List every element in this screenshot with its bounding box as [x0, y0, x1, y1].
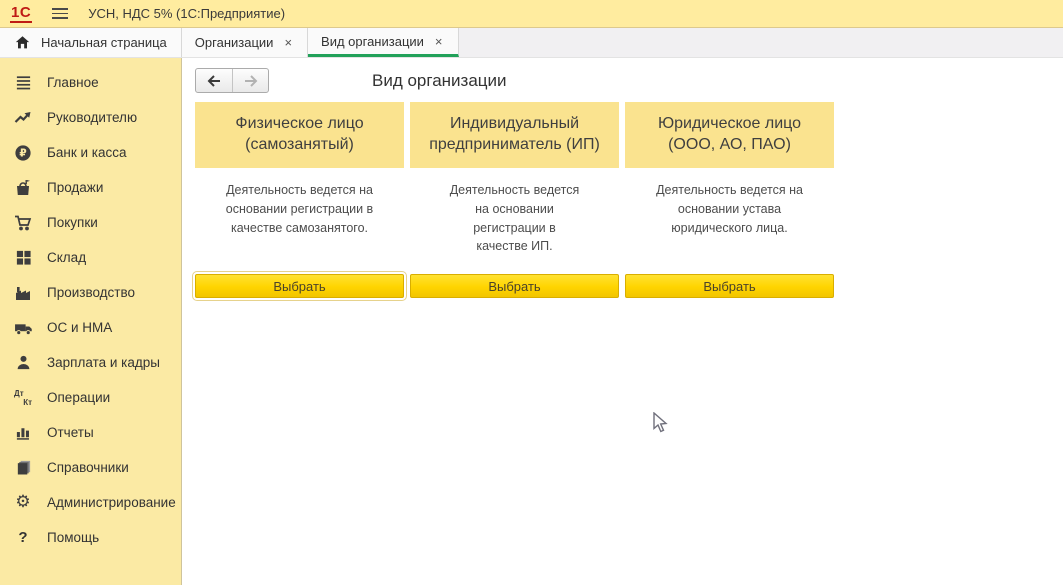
main-content: Вид организации Физическое лицо (самозан…	[182, 58, 1063, 585]
sidebar-item-salary-hr[interactable]: Зарплата и кадры	[0, 345, 181, 380]
sidebar-item-administration[interactable]: ⚙ Администрирование	[0, 485, 181, 520]
window-title: УСН, НДС 5% (1С:Предприятие)	[88, 6, 285, 21]
card-header-legal-entity: Юридическое лицо (ООО, АО, ПАО)	[625, 102, 834, 168]
shopping-cart-icon	[13, 213, 33, 233]
tab-organizations[interactable]: Организации ×	[182, 28, 308, 57]
close-icon[interactable]: ×	[433, 34, 445, 49]
sidebar-item-label: Помощь	[47, 530, 99, 545]
shopping-bag-icon	[13, 178, 33, 198]
sidebar-item-label: Зарплата и кадры	[47, 355, 160, 370]
ruble-circle-icon: ₽	[13, 143, 33, 163]
gear-icon: ⚙	[13, 493, 33, 513]
sidebar-item-sales[interactable]: Продажи	[0, 170, 181, 205]
sidebar-item-warehouse[interactable]: Склад	[0, 240, 181, 275]
sidebar: Главное Руководителю ₽ Банк и касса Прод…	[0, 58, 182, 585]
close-icon[interactable]: ×	[282, 35, 294, 50]
factory-icon	[13, 283, 33, 303]
sidebar-item-reports[interactable]: Отчеты	[0, 415, 181, 450]
debit-credit-icon: ДтКт	[13, 388, 33, 408]
sidebar-item-label: Производство	[47, 285, 135, 300]
select-button-self-employed[interactable]: Выбрать	[195, 274, 404, 298]
page-title: Вид организации	[372, 71, 507, 91]
sidebar-item-production[interactable]: Производство	[0, 275, 181, 310]
sidebar-item-operations[interactable]: ДтКт Операции	[0, 380, 181, 415]
sidebar-item-label: Операции	[47, 390, 110, 405]
main-menu-icon[interactable]	[50, 6, 70, 21]
tab-label: Вид организации	[321, 34, 424, 49]
home-icon	[12, 33, 32, 53]
title-bar: 1С УСН, НДС 5% (1С:Предприятие)	[0, 0, 1063, 28]
card-header-individual-self-employed: Физическое лицо (самозанятый)	[195, 102, 404, 168]
sidebar-item-manager[interactable]: Руководителю	[0, 100, 181, 135]
sidebar-item-label: Банк и касса	[47, 145, 127, 160]
truck-icon	[13, 318, 33, 338]
sidebar-item-label: Покупки	[47, 215, 98, 230]
card-description: Деятельность ведется на основании регист…	[200, 181, 400, 237]
tab-bar-filler	[459, 28, 1063, 57]
warehouse-icon	[13, 248, 33, 268]
tab-home-label: Начальная страница	[41, 35, 167, 50]
tab-organization-type[interactable]: Вид организации ×	[308, 28, 458, 57]
forward-button[interactable]	[232, 69, 268, 92]
card-description: Деятельность ведется на основании устава…	[652, 181, 807, 237]
sidebar-item-directories[interactable]: Справочники	[0, 450, 181, 485]
organization-type-cards: Физическое лицо (самозанятый) Индивидуал…	[195, 102, 1063, 298]
tab-home[interactable]: Начальная страница	[0, 28, 182, 57]
mouse-cursor	[653, 412, 669, 434]
sidebar-item-purchases[interactable]: Покупки	[0, 205, 181, 240]
book-icon	[13, 458, 33, 478]
card-description: Деятельность ведется на основании регист…	[447, 181, 582, 256]
sidebar-item-label: ОС и НМА	[47, 320, 112, 335]
sidebar-item-os-nma[interactable]: ОС и НМА	[0, 310, 181, 345]
sidebar-item-label: Отчеты	[47, 425, 94, 440]
sidebar-item-label: Администрирование	[47, 495, 176, 510]
menu-lines-icon	[13, 73, 33, 93]
card-header-entrepreneur: Индивидуальный предприниматель (ИП)	[410, 102, 619, 168]
tab-bar: Начальная страница Организации × Вид орг…	[0, 28, 1063, 58]
select-button-entrepreneur[interactable]: Выбрать	[410, 274, 619, 298]
bar-chart-icon	[13, 423, 33, 443]
trend-icon	[13, 108, 33, 128]
history-nav-group	[195, 68, 269, 93]
back-button[interactable]	[196, 69, 232, 92]
sidebar-item-label: Справочники	[47, 460, 129, 475]
tab-label: Организации	[195, 35, 274, 50]
sidebar-item-label: Склад	[47, 250, 86, 265]
app-window: 1С УСН, НДС 5% (1С:Предприятие) Начальна…	[0, 0, 1063, 585]
sidebar-item-bank-cash[interactable]: ₽ Банк и касса	[0, 135, 181, 170]
sidebar-item-main[interactable]: Главное	[0, 65, 181, 100]
sidebar-item-label: Главное	[47, 75, 99, 90]
sidebar-item-label: Продажи	[47, 180, 103, 195]
1c-logo-icon: 1С	[10, 5, 32, 23]
person-icon	[13, 353, 33, 373]
svg-text:₽: ₽	[19, 147, 26, 159]
sidebar-item-label: Руководителю	[47, 110, 137, 125]
select-button-legal-entity[interactable]: Выбрать	[625, 274, 834, 298]
sidebar-item-help[interactable]: ? Помощь	[0, 520, 181, 555]
question-icon: ?	[13, 528, 33, 548]
